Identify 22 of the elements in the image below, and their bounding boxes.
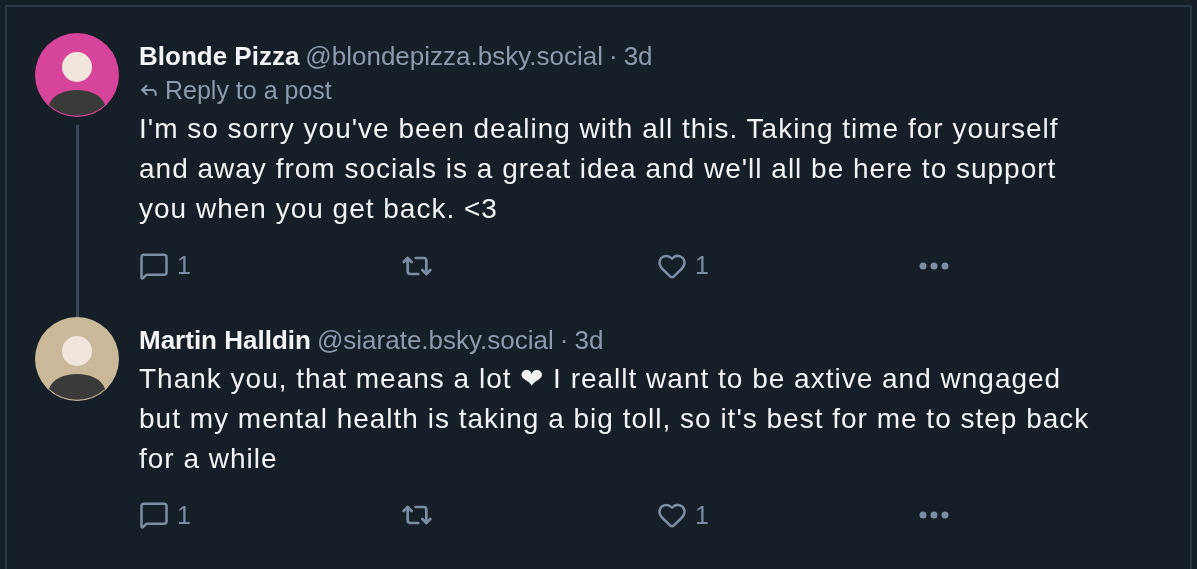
comment-icon <box>139 500 169 531</box>
reply-button[interactable]: 1 <box>139 247 191 285</box>
like-button[interactable]: 1 <box>657 247 709 285</box>
more-button[interactable] <box>919 261 949 270</box>
author-name[interactable]: Martin Halldin <box>139 322 311 357</box>
avatar-icon[interactable] <box>35 316 119 401</box>
separator: · <box>609 40 618 73</box>
reply-button[interactable]: 1 <box>139 496 191 534</box>
post-time[interactable]: 3d <box>574 322 604 357</box>
like-button[interactable]: 1 <box>657 496 709 534</box>
avatar-icon[interactable] <box>35 33 119 117</box>
reply-context[interactable]: Reply to a post <box>165 73 332 107</box>
post-text: I'm so sorry you've been dealing with all this. Taking time for yourself and away from socials is a great idea and we'll all be here to support you when you get back. <3 <box>139 112 1060 226</box>
author-handle[interactable]: @blondepizza.bsky.social <box>305 39 603 73</box>
more-icon <box>919 261 949 270</box>
more-button[interactable] <box>919 511 949 520</box>
post-text: Thank you, that means a lot ❤ I reallt want to be axtive and wngaged but my mental health is taking a big toll, so it's best for me to step back for a while <box>139 361 1091 476</box>
author-name[interactable]: Blonde Pizza <box>139 39 300 73</box>
author-handle[interactable]: @siarate.bsky.social <box>316 322 554 357</box>
more-icon <box>919 511 949 520</box>
post-time[interactable]: 3d <box>623 39 653 73</box>
separator: · <box>559 323 569 357</box>
